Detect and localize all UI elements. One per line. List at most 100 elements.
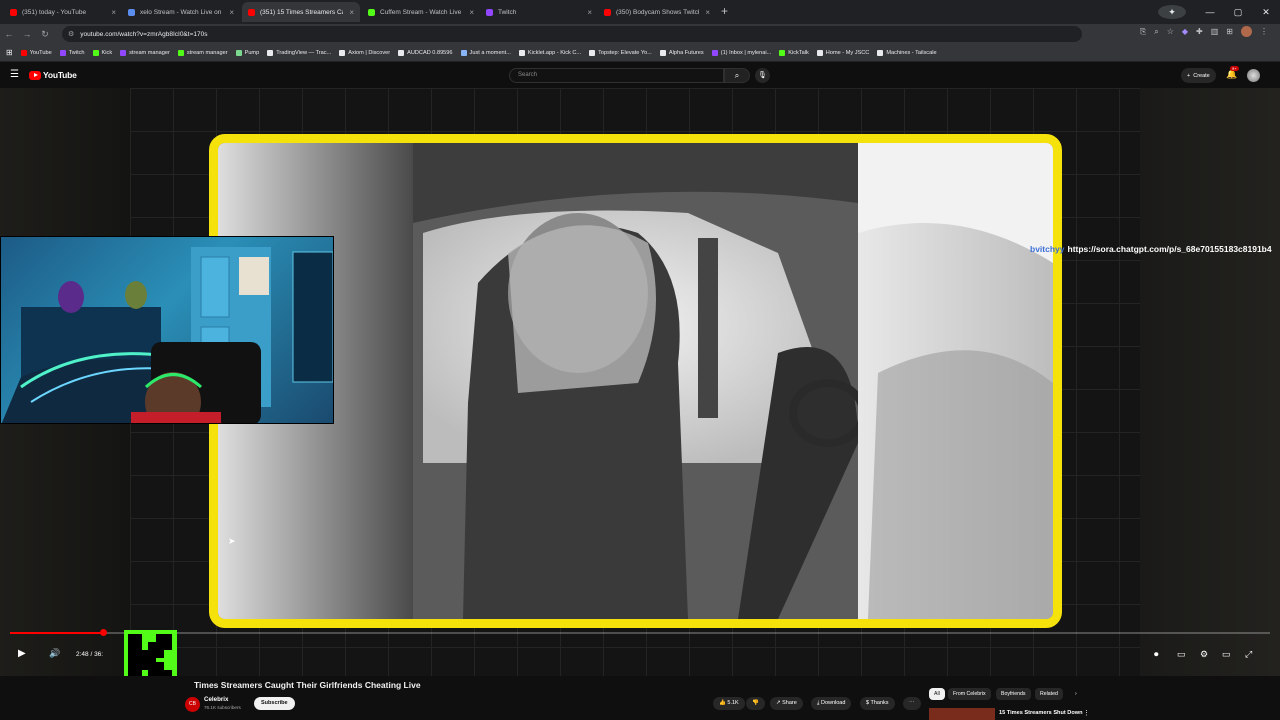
close-window-button[interactable]: ✕	[1252, 7, 1280, 18]
address-bar[interactable]: ⚙ youtube.com/watch?v=zmrAgb8IcI0&t=170s	[62, 26, 1082, 42]
channel-avatar[interactable]: CB	[185, 697, 200, 712]
profile-avatar[interactable]	[1241, 26, 1252, 37]
maximize-button[interactable]: ▢	[1224, 7, 1252, 18]
browser-tab[interactable]: Cuffem Stream - Watch Live on ×	[362, 2, 480, 22]
cast-icon[interactable]: ⊞	[1226, 27, 1233, 36]
bookmark-label: Machines - Tailscale	[886, 49, 937, 56]
share-button[interactable]: ↗ Share	[770, 697, 803, 710]
install-app-icon[interactable]: ⎘	[1140, 27, 1146, 37]
create-button[interactable]: + Create	[1181, 68, 1216, 83]
bookmark-label: stream manager	[129, 49, 170, 56]
close-tab-icon[interactable]: ×	[469, 8, 474, 17]
bookmark-item[interactable]: Kick	[92, 49, 112, 56]
share-icon: ↗	[776, 700, 781, 706]
bookmark-item[interactable]: YouTube	[20, 49, 52, 56]
browser-tab[interactable]: (350) Bodycam Shows Twitch S ×	[598, 2, 716, 22]
back-arrow-icon[interactable]: ←	[0, 29, 18, 39]
close-tab-icon[interactable]: ×	[111, 8, 116, 17]
bookmark-item[interactable]: Twitch	[59, 49, 85, 56]
notifications-button[interactable]: 🔔 9+	[1226, 66, 1239, 80]
bookmark-item[interactable]: Axiom | Discover	[339, 49, 390, 56]
bookmark-item[interactable]: (1) Inbox | mylenai...	[711, 49, 771, 56]
voice-search-button[interactable]: 🎙	[755, 68, 770, 83]
browser-tab[interactable]: xelo Stream - Watch Live on Ki ×	[122, 2, 240, 22]
bookmark-item[interactable]: AUDCAD 0.89596	[398, 49, 453, 56]
bookmark-item[interactable]: Topstep: Elevate Yo...	[589, 49, 652, 56]
search-input[interactable]: Search	[509, 68, 724, 83]
bookmark-star-icon[interactable]: ☆	[1167, 27, 1174, 36]
browser-tab[interactable]: Twitch ×	[480, 2, 598, 22]
site-info-icon[interactable]: ⚙	[68, 30, 74, 38]
tab-title: Twitch	[498, 8, 517, 16]
chip-all[interactable]: All	[929, 688, 945, 700]
bookmark-item[interactable]: Kicklet.app - Kick C...	[518, 49, 581, 56]
progress-bar[interactable]	[10, 629, 1270, 636]
forward-arrow-icon[interactable]: →	[18, 29, 36, 39]
bookmark-favicon-icon	[711, 49, 718, 56]
recommended-title[interactable]: 15 Times Streamers Shut Down	[999, 710, 1083, 716]
browser-tab[interactable]: (351) today - YouTube ×	[4, 2, 122, 22]
thumbs-down-icon: 👎	[752, 700, 759, 706]
like-button[interactable]: 👍 5.1K	[713, 697, 745, 710]
side-panel-icon[interactable]: ▥	[1211, 27, 1219, 36]
bookmark-favicon-icon	[779, 49, 786, 56]
car-scene-image	[218, 143, 1053, 619]
autoplay-icon: ⏺	[1154, 649, 1159, 659]
channel-name[interactable]: Celebrix	[204, 696, 228, 703]
recommended-more-icon[interactable]: ⋮	[1083, 709, 1090, 717]
close-tab-icon[interactable]: ×	[587, 8, 592, 17]
bookmark-item[interactable]: Machines - Tailscale	[877, 49, 937, 56]
bookmark-item[interactable]: Pump	[235, 49, 260, 56]
browser-tab-active[interactable]: (351) 15 Times Streamers Caug ×	[242, 2, 360, 22]
bookmark-item[interactable]: TradingView — Trac...	[267, 49, 331, 56]
bookmark-favicon-icon	[398, 49, 405, 56]
subscribe-button[interactable]: Subscribe	[254, 697, 295, 710]
close-tab-icon[interactable]: ×	[229, 8, 234, 17]
bookmark-item[interactable]: stream manager	[177, 49, 228, 56]
toolbar-actions: ⎘ ⌕ ☆ ◆ ✚ ▥ ⊞ ⋮	[1140, 26, 1268, 37]
extension-icon[interactable]: ◆	[1182, 27, 1188, 36]
apps-grid-icon[interactable]: ⊞	[6, 48, 13, 57]
chips-next-arrow-icon[interactable]: ›	[1070, 688, 1082, 700]
play-button[interactable]: ▶	[18, 648, 26, 659]
minimize-button[interactable]: —	[1196, 7, 1224, 17]
bookmark-item[interactable]: Home - My JSCC	[816, 49, 869, 56]
extensions-puzzle-icon[interactable]: ✚	[1196, 27, 1203, 36]
settings-button[interactable]: ⚙	[1200, 649, 1208, 660]
dislike-button[interactable]: 👎	[746, 697, 765, 710]
theater-mode-button[interactable]: ▭	[1222, 649, 1231, 660]
recommended-thumbnail[interactable]	[929, 708, 995, 720]
thanks-button[interactable]: $ Thanks	[860, 697, 895, 710]
bookmark-label: Pump	[244, 49, 260, 56]
volume-button[interactable]: 🔊	[49, 648, 60, 659]
hamburger-menu-icon[interactable]: ☰	[10, 69, 19, 80]
microphone-icon: 🎙	[758, 72, 767, 79]
account-avatar[interactable]	[1247, 69, 1260, 82]
subscriber-count: 76.1K subscribers	[204, 705, 241, 710]
close-tab-icon[interactable]: ×	[349, 8, 354, 17]
bookmark-item[interactable]: KickTalk	[779, 49, 809, 56]
progress-played	[10, 632, 104, 634]
bookmark-favicon-icon	[20, 49, 27, 56]
zoom-icon[interactable]: ⌕	[1154, 27, 1158, 37]
new-tab-button[interactable]: +	[721, 4, 728, 18]
bookmark-item[interactable]: Alpha Futures	[659, 49, 704, 56]
close-tab-icon[interactable]: ×	[705, 8, 710, 17]
bookmark-label: Twitch	[68, 49, 85, 56]
chip-related[interactable]: Related	[1035, 688, 1063, 700]
tab-search-icon[interactable]: ✦	[1158, 5, 1186, 19]
chrome-menu-icon[interactable]: ⋮	[1260, 27, 1268, 36]
bookmark-item[interactable]: stream manager	[120, 49, 170, 56]
fullscreen-button[interactable]: ⤢	[1245, 649, 1252, 660]
video-player[interactable]: bvitchyy https://sora.chatgpt.com/p/s_68e…	[0, 88, 1280, 676]
reload-icon[interactable]: ↻	[36, 29, 54, 40]
chip-from-channel[interactable]: From Celebrix	[948, 688, 991, 700]
more-actions-button[interactable]: ⋯	[903, 697, 921, 710]
search-button[interactable]: ⌕	[724, 68, 750, 83]
bookmark-item[interactable]: Just a moment...	[460, 49, 511, 56]
subtitles-button[interactable]: ▭	[1177, 649, 1186, 660]
download-button[interactable]: ⤓ Download	[811, 697, 852, 710]
autoplay-toggle[interactable]: ⏺	[1154, 649, 1159, 660]
chip-boyfriends[interactable]: Boyfriends	[996, 688, 1031, 700]
youtube-logo[interactable]: YouTube	[29, 70, 77, 80]
